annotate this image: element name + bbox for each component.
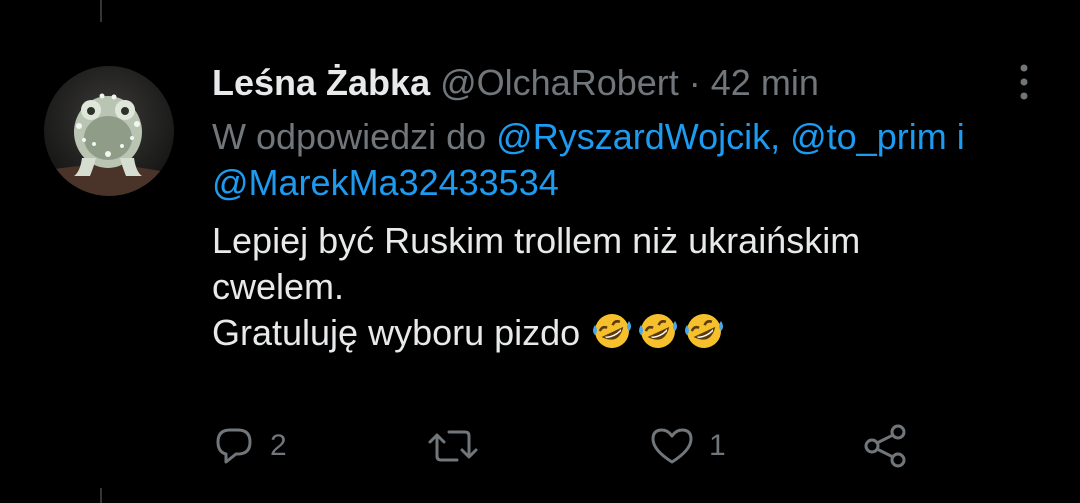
frosted-frog-avatar-icon bbox=[44, 66, 174, 196]
retweet-button[interactable] bbox=[427, 420, 493, 472]
rolling-laughing-emoji-icon bbox=[636, 311, 680, 362]
display-name[interactable]: Leśna Żabka bbox=[212, 62, 430, 103]
reply-to-line: W odpowiedzi do @RyszardWojcik, @to_prim… bbox=[212, 114, 1062, 206]
tweet-header: Leśna Żabka @OlchaRobert · 42 min bbox=[212, 56, 1062, 110]
tweet-text-line-3: Gratuluję wyboru pizdo bbox=[212, 312, 581, 353]
tweet-content: Leśna Żabka @OlchaRobert · 42 min W odpo… bbox=[212, 56, 1062, 362]
tweet-text: Lepiej być Ruskim trollem niż ukraińskim… bbox=[212, 218, 1062, 362]
reply-prefix: W odpowiedzi do bbox=[212, 116, 487, 157]
tweet-time[interactable]: 42 min bbox=[711, 62, 819, 103]
like-count: 1 bbox=[709, 429, 726, 462]
avatar[interactable] bbox=[44, 66, 174, 196]
reply-bubble-icon bbox=[216, 428, 252, 464]
mention-to-prim[interactable]: @to_prim bbox=[790, 116, 947, 157]
thread-line-top bbox=[100, 0, 102, 22]
tweet-text-line-2: cwelem. bbox=[212, 266, 345, 307]
retweet-icon bbox=[428, 430, 478, 462]
user-handle[interactable]: @OlchaRobert bbox=[440, 62, 679, 103]
thread-line-bottom bbox=[100, 488, 102, 503]
tweet-text-line-1: Lepiej być Ruskim trollem niż ukraińskim bbox=[212, 220, 861, 261]
share-icon bbox=[864, 424, 906, 468]
tweet-actions: 2 1 bbox=[212, 420, 932, 472]
reply-button[interactable]: 2 bbox=[212, 420, 287, 472]
rolling-laughing-emoji-icon bbox=[682, 311, 726, 362]
mention-ryszardwojcik[interactable]: @RyszardWojcik, bbox=[496, 116, 780, 157]
header-separator: · bbox=[688, 62, 701, 103]
heart-icon bbox=[651, 428, 693, 464]
share-button[interactable] bbox=[862, 420, 910, 472]
like-button[interactable]: 1 bbox=[649, 420, 726, 472]
mention-marekma32433534[interactable]: @MarekMa32433534 bbox=[212, 162, 559, 203]
rolling-laughing-emoji-icon bbox=[590, 311, 634, 362]
reply-count: 2 bbox=[270, 429, 287, 462]
reply-and: i bbox=[956, 116, 965, 157]
